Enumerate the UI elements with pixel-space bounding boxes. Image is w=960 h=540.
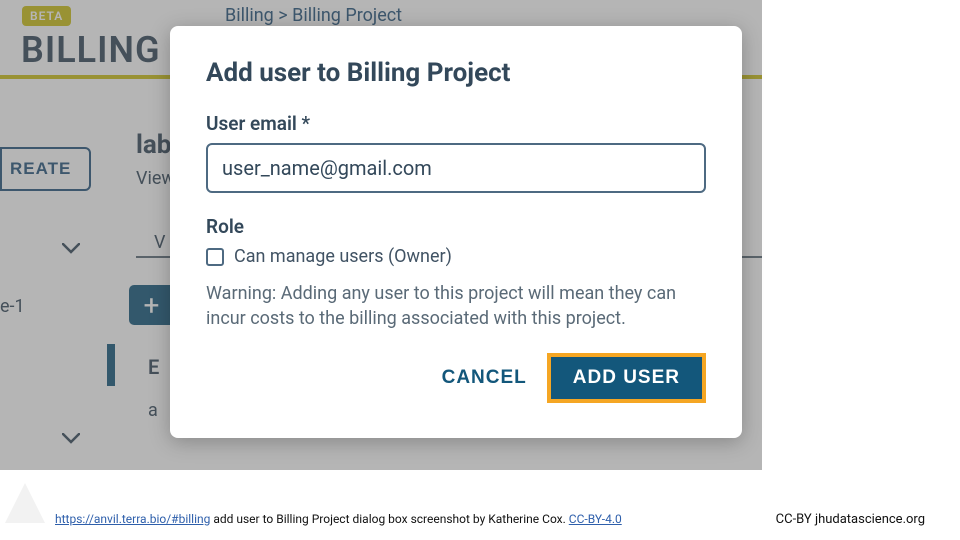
footer-logo-icon (0, 478, 50, 528)
footer-source-link[interactable]: https://anvil.terra.bio/#billing (55, 512, 210, 526)
footer-license-link[interactable]: CC-BY-4.0 (569, 512, 622, 526)
email-field[interactable] (206, 143, 706, 193)
checkbox-label: Can manage users (Owner) (234, 246, 452, 267)
email-label: User email * (206, 112, 706, 135)
checkbox-icon[interactable] (206, 248, 224, 266)
footer-attribution: CC-BY jhudatascience.org (776, 512, 925, 527)
owner-checkbox-row[interactable]: Can manage users (Owner) (206, 246, 706, 267)
cancel-button[interactable]: CANCEL (442, 367, 527, 389)
role-label: Role (206, 215, 706, 238)
modal-title: Add user to Billing Project (206, 58, 706, 88)
add-user-button[interactable]: ADD USER (547, 353, 706, 403)
footer-caption: https://anvil.terra.bio/#billing add use… (55, 512, 622, 526)
modal-actions: CANCEL ADD USER (206, 353, 706, 403)
add-user-modal: Add user to Billing Project User email *… (170, 26, 742, 438)
warning-text: Warning: Adding any user to this project… (206, 281, 706, 331)
